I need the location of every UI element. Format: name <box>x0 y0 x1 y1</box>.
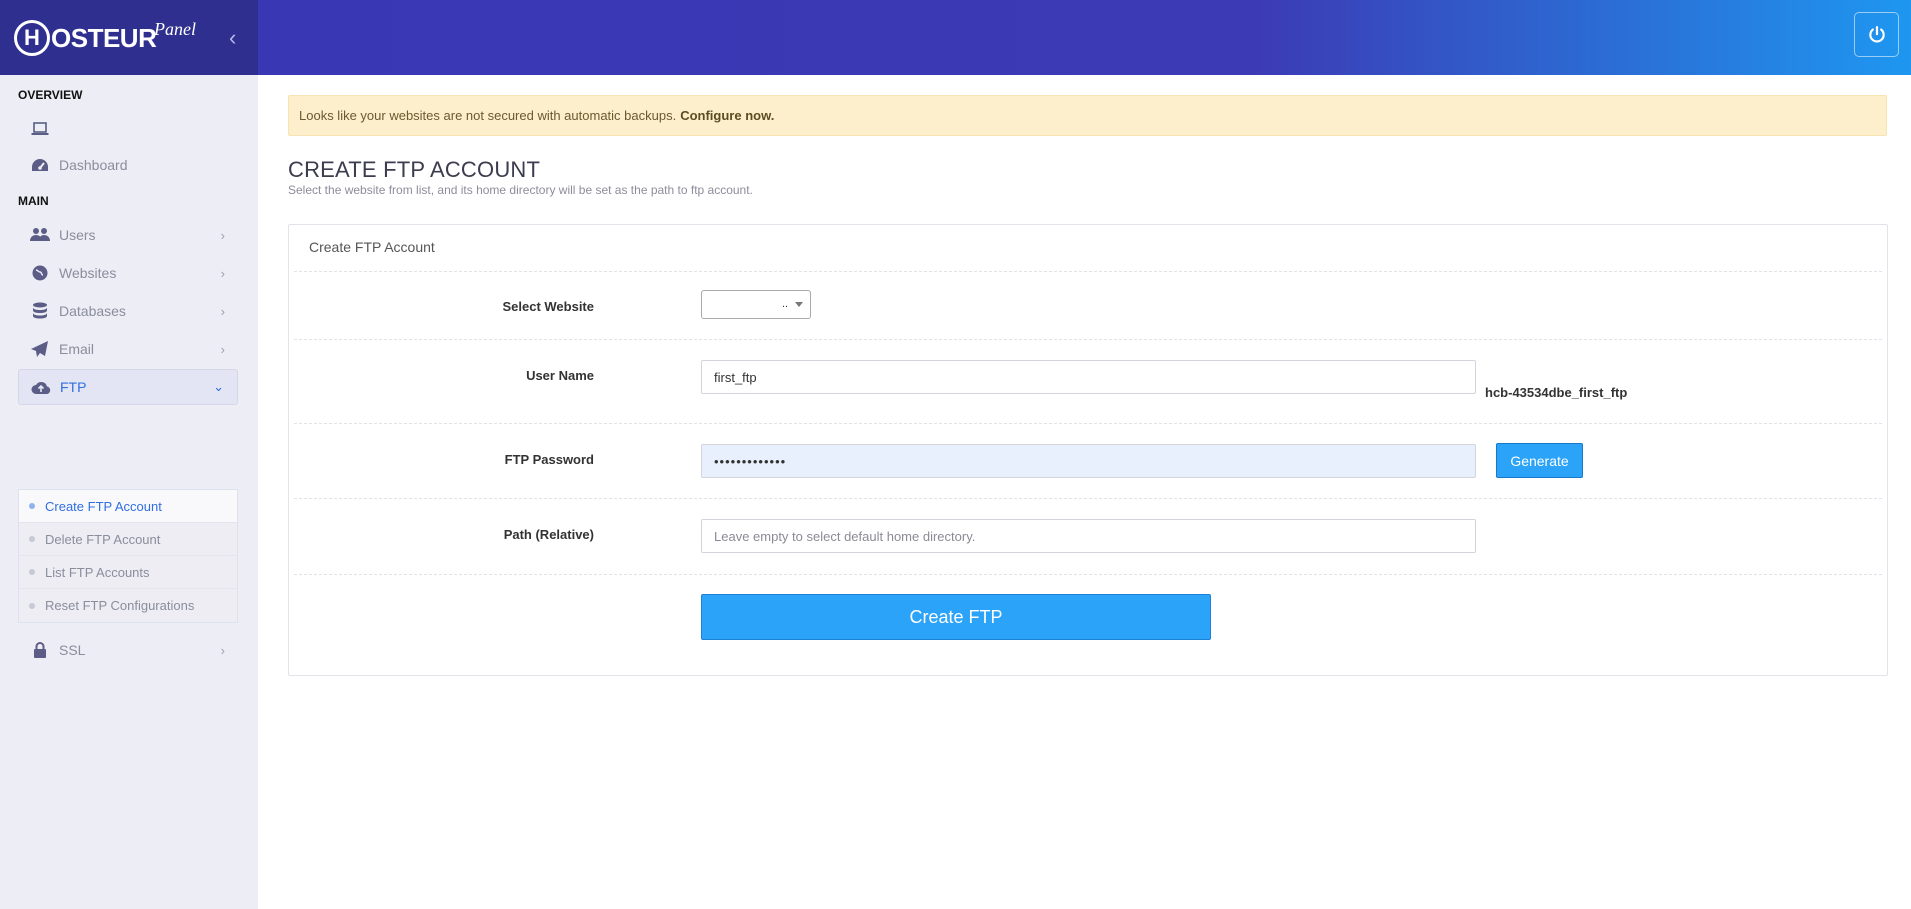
create-ftp-card: Create FTP Account Select Website .. Use… <box>288 224 1888 676</box>
users-icon <box>29 227 51 243</box>
topbar <box>258 0 1911 75</box>
submenu-item-list-ftp-accounts[interactable]: List FTP Accounts <box>19 556 237 589</box>
ftp-username-preview: hcb-43534dbe_first_ftp <box>1485 385 1628 400</box>
logo-text: OSTEUR <box>51 22 157 53</box>
path-input[interactable]: Leave empty to select default home direc… <box>701 519 1476 553</box>
sidebar: OVERVIEW Dashboard MAIN Users › Websites… <box>0 75 258 909</box>
sidebar-item-label: Websites <box>59 265 117 281</box>
chevron-right-icon: › <box>220 341 225 357</box>
page-subtitle: Select the website from list, and its ho… <box>288 183 753 197</box>
sidebar-item-dashboard[interactable]: Dashboard <box>18 147 238 183</box>
brand-area: H OSTEUR Panel ‹ <box>0 0 258 75</box>
caret-down-icon <box>795 302 803 307</box>
power-button[interactable] <box>1854 12 1899 57</box>
generate-password-button[interactable]: Generate <box>1496 443 1583 478</box>
username-input[interactable]: first_ftp <box>701 360 1476 394</box>
top-header: H OSTEUR Panel ‹ <box>0 0 1911 75</box>
username-label: User Name <box>526 368 594 383</box>
divider <box>294 339 1882 340</box>
chevron-right-icon: › <box>220 227 225 243</box>
divider <box>294 271 1882 272</box>
backup-alert: Looks like your websites are not secured… <box>288 95 1887 136</box>
section-title-overview: OVERVIEW <box>18 88 83 102</box>
sidebar-item-label: Dashboard <box>59 157 128 173</box>
chevron-right-icon: › <box>220 642 225 658</box>
alert-text: Looks like your websites are not secured… <box>299 108 677 123</box>
divider <box>294 498 1882 499</box>
sidebar-item-users[interactable]: Users › <box>18 217 238 253</box>
sidebar-item-label: Databases <box>59 303 126 319</box>
database-icon <box>29 302 51 320</box>
logo[interactable]: H OSTEUR <box>14 20 157 56</box>
card-title: Create FTP Account <box>309 239 435 255</box>
divider <box>294 423 1882 424</box>
power-icon <box>1868 25 1885 43</box>
sidebar-item-label: SSL <box>59 642 86 658</box>
ftp-submenu: Create FTP Account Delete FTP Account Li… <box>18 489 238 623</box>
cloud-upload-icon <box>30 379 52 395</box>
bullet-icon <box>29 569 35 575</box>
submenu-item-reset-ftp-configurations[interactable]: Reset FTP Configurations <box>19 589 237 622</box>
section-title-main: MAIN <box>18 194 49 208</box>
submenu-item-delete-ftp-account[interactable]: Delete FTP Account <box>19 523 237 556</box>
ftp-password-input[interactable]: ••••••••••••• <box>701 444 1476 478</box>
page-title: CREATE FTP ACCOUNT <box>288 157 541 182</box>
submenu-item-label: Create FTP Account <box>45 498 162 514</box>
selected-website-value: .. <box>782 298 789 310</box>
submenu-item-label: List FTP Accounts <box>45 564 150 580</box>
sidebar-item-ssl[interactable]: SSL › <box>18 632 238 668</box>
sidebar-item-overview[interactable] <box>18 111 238 147</box>
website-select[interactable]: .. <box>701 290 811 319</box>
sidebar-item-label: Email <box>59 341 95 357</box>
sidebar-item-label: FTP <box>60 379 87 395</box>
ftp-password-label: FTP Password <box>504 452 594 467</box>
globe-icon <box>29 265 51 281</box>
create-ftp-button[interactable]: Create FTP <box>701 594 1211 640</box>
panel-label: Panel <box>154 19 196 39</box>
configure-now-link[interactable]: Configure now. <box>680 108 774 123</box>
bullet-icon <box>29 536 35 542</box>
sidebar-item-ftp[interactable]: FTP ⌄ <box>18 369 238 405</box>
sidebar-item-label: Users <box>59 227 96 243</box>
laptop-icon <box>29 122 51 136</box>
chevron-left-icon[interactable]: ‹ <box>229 25 236 51</box>
divider <box>294 574 1882 575</box>
dashboard-icon <box>29 157 51 173</box>
submenu-item-create-ftp-account[interactable]: Create FTP Account <box>19 490 237 523</box>
submenu-item-label: Reset FTP Configurations <box>45 598 195 613</box>
bullet-icon <box>29 602 35 609</box>
path-label: Path (Relative) <box>503 527 594 542</box>
paper-plane-icon <box>29 341 51 357</box>
lock-icon <box>29 642 51 658</box>
bullet-icon <box>29 503 35 509</box>
sidebar-item-websites[interactable]: Websites › <box>18 255 238 291</box>
chevron-down-icon: ⌄ <box>213 379 224 394</box>
sidebar-item-email[interactable]: Email › <box>18 331 238 367</box>
select-website-label: Select Website <box>502 299 594 314</box>
chevron-right-icon: › <box>220 303 225 319</box>
sidebar-item-databases[interactable]: Databases › <box>18 293 238 329</box>
logo-mark: H <box>14 20 50 56</box>
submenu-item-label: Delete FTP Account <box>45 531 161 547</box>
chevron-right-icon: › <box>220 265 225 281</box>
